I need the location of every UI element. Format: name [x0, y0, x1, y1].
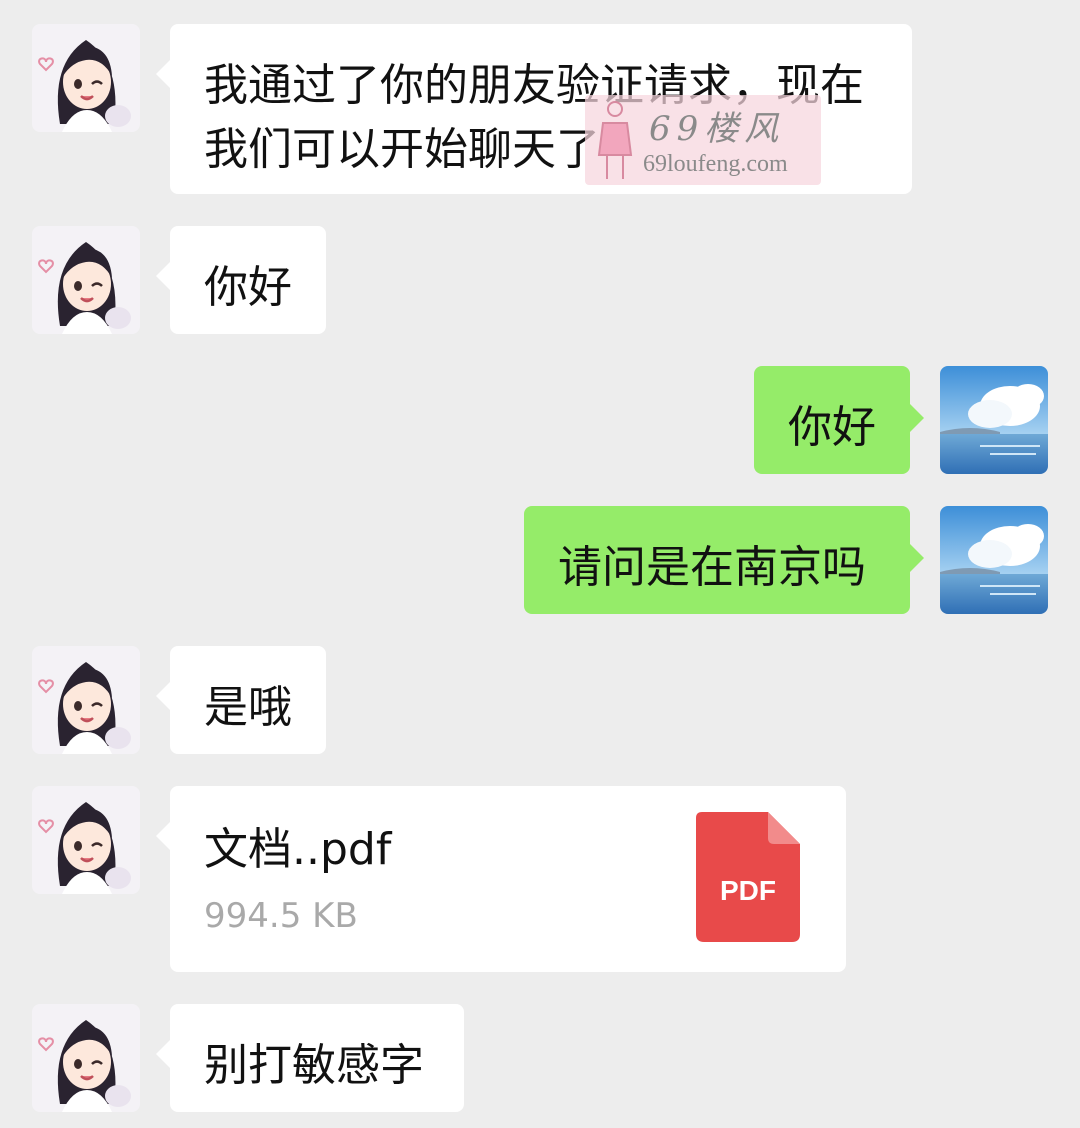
message-bubble-incoming[interactable]: 别打敏感字: [156, 1004, 464, 1112]
sea-sky-avatar-icon: [940, 366, 1048, 474]
anime-girl-avatar-icon: [32, 786, 140, 894]
file-size: 994.5 KB: [204, 896, 358, 936]
contact-avatar[interactable]: [32, 24, 140, 132]
anime-girl-avatar-icon: [32, 24, 140, 132]
watermark-title: 69楼风: [649, 109, 785, 149]
anime-girl-avatar-icon: [32, 646, 140, 754]
self-avatar[interactable]: [940, 506, 1048, 614]
message-text: 你好: [204, 262, 292, 313]
pdf-icon-label: PDF: [720, 875, 776, 906]
sea-sky-avatar-icon: [940, 506, 1048, 614]
message-bubble-incoming[interactable]: 你好: [156, 226, 326, 334]
file-message-card[interactable]: 文档..pdf 994.5 KB PDF: [156, 786, 846, 972]
message-bubble-outgoing[interactable]: 你好: [754, 366, 924, 474]
contact-avatar[interactable]: [32, 786, 140, 894]
message-text: 是哦: [204, 682, 292, 733]
contact-avatar[interactable]: [32, 226, 140, 334]
watermark: 69楼风 69loufeng.com: [585, 95, 821, 185]
message-text: 别打敏感字: [204, 1040, 424, 1091]
message-bubble-outgoing[interactable]: 请问是在南京吗: [524, 506, 924, 614]
girl-figure-icon: [597, 101, 633, 179]
anime-girl-avatar-icon: [32, 226, 140, 334]
pdf-file-icon: PDF: [696, 812, 800, 942]
anime-girl-avatar-icon: [32, 1004, 140, 1112]
message-bubble-incoming[interactable]: 是哦: [156, 646, 326, 754]
watermark-url: 69loufeng.com: [643, 151, 788, 177]
contact-avatar[interactable]: [32, 1004, 140, 1112]
contact-avatar[interactable]: [32, 646, 140, 754]
message-text: 请问是在南京吗: [558, 542, 866, 593]
message-text: 你好: [788, 402, 876, 453]
file-name: 文档..pdf: [204, 824, 392, 875]
self-avatar[interactable]: [940, 366, 1048, 474]
